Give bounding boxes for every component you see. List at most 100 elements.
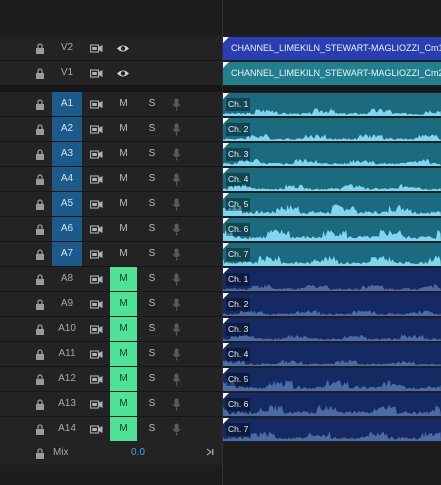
solo-button[interactable]: S [145, 317, 159, 341]
track-target-a10[interactable]: A10 [52, 317, 82, 341]
sync-lock-icon[interactable] [90, 99, 103, 110]
sync-lock-icon[interactable] [90, 249, 103, 260]
audio-clip[interactable]: Ch. 1 [223, 268, 441, 291]
track-target-a11[interactable]: A11 [52, 342, 82, 366]
solo-button[interactable]: S [145, 142, 159, 166]
audio-clip[interactable]: Ch. 4 [223, 168, 441, 191]
mute-button[interactable]: M [110, 92, 137, 116]
microphone-icon[interactable] [172, 298, 181, 311]
mute-button[interactable]: M [110, 367, 137, 391]
solo-button[interactable]: S [145, 367, 159, 391]
track-target-a6[interactable]: A6 [52, 217, 82, 241]
track-target-a2[interactable]: A2 [52, 117, 82, 141]
sync-lock-icon[interactable] [90, 43, 103, 54]
sync-lock-icon[interactable] [90, 299, 103, 310]
sync-lock-icon[interactable] [90, 324, 103, 335]
audio-clip[interactable]: Ch. 7 [223, 418, 441, 441]
mute-button[interactable]: M [110, 142, 137, 166]
solo-button[interactable]: S [145, 342, 159, 366]
solo-button[interactable]: S [145, 192, 159, 216]
microphone-icon[interactable] [172, 98, 181, 111]
lock-icon[interactable] [35, 174, 45, 185]
audio-clip[interactable]: Ch. 2 [223, 293, 441, 316]
microphone-icon[interactable] [172, 423, 181, 436]
solo-button[interactable]: S [145, 167, 159, 191]
track-target-a7[interactable]: A7 [52, 242, 82, 266]
lock-icon[interactable] [35, 424, 45, 435]
microphone-icon[interactable] [172, 373, 181, 386]
lock-icon[interactable] [35, 43, 45, 54]
audio-clip[interactable]: Ch. 3 [223, 143, 441, 166]
mute-button[interactable]: M [110, 392, 137, 416]
header-lane-divider[interactable] [222, 0, 223, 485]
microphone-icon[interactable] [172, 223, 181, 236]
sync-lock-icon[interactable] [90, 68, 103, 79]
microphone-icon[interactable] [172, 248, 181, 261]
lock-icon[interactable] [35, 399, 45, 410]
microphone-icon[interactable] [172, 198, 181, 211]
sync-lock-icon[interactable] [90, 149, 103, 160]
solo-button[interactable]: S [145, 292, 159, 316]
audio-clip[interactable]: Ch. 6 [223, 393, 441, 416]
track-target-a13[interactable]: A13 [52, 392, 82, 416]
lock-icon[interactable] [35, 448, 45, 459]
lock-icon[interactable] [35, 199, 45, 210]
mix-volume-value[interactable]: 0.0 [131, 441, 145, 465]
mute-button[interactable]: M [110, 317, 137, 341]
mute-button[interactable]: M [110, 192, 137, 216]
audio-clip[interactable]: Ch. 5 [223, 368, 441, 391]
track-target-a12[interactable]: A12 [52, 367, 82, 391]
lock-icon[interactable] [35, 274, 45, 285]
track-target-a4[interactable]: A4 [52, 167, 82, 191]
microphone-icon[interactable] [172, 123, 181, 136]
microphone-icon[interactable] [172, 273, 181, 286]
sync-lock-icon[interactable] [90, 274, 103, 285]
lock-icon[interactable] [35, 68, 45, 79]
solo-button[interactable]: S [145, 392, 159, 416]
mute-button[interactable]: M [110, 267, 137, 291]
solo-button[interactable]: S [145, 267, 159, 291]
video-clip[interactable]: CHANNEL_LIMEKILN_STEWART-MAGLIOZZI_Cm2_ [223, 62, 441, 85]
eye-icon[interactable] [116, 43, 130, 54]
microphone-icon[interactable] [172, 323, 181, 336]
mute-button[interactable]: M [110, 242, 137, 266]
mute-button[interactable]: M [110, 117, 137, 141]
solo-button[interactable]: S [145, 242, 159, 266]
sync-lock-icon[interactable] [90, 374, 103, 385]
mute-button[interactable]: M [110, 342, 137, 366]
solo-button[interactable]: S [145, 417, 159, 441]
sync-lock-icon[interactable] [90, 349, 103, 360]
sync-lock-icon[interactable] [90, 424, 103, 435]
sync-lock-icon[interactable] [90, 399, 103, 410]
sync-lock-icon[interactable] [90, 199, 103, 210]
sync-lock-icon[interactable] [90, 174, 103, 185]
eye-icon[interactable] [116, 68, 130, 79]
microphone-icon[interactable] [172, 348, 181, 361]
track-target-a8[interactable]: A8 [52, 267, 82, 291]
audio-clip[interactable]: Ch. 2 [223, 118, 441, 141]
track-target-a1[interactable]: A1 [52, 92, 82, 116]
lock-icon[interactable] [35, 299, 45, 310]
lock-icon[interactable] [35, 224, 45, 235]
mute-button[interactable]: M [110, 417, 137, 441]
track-name[interactable]: V2 [52, 36, 82, 60]
lock-icon[interactable] [35, 374, 45, 385]
lock-icon[interactable] [35, 149, 45, 160]
lock-icon[interactable] [35, 324, 45, 335]
track-target-a9[interactable]: A9 [52, 292, 82, 316]
lock-icon[interactable] [35, 249, 45, 260]
sync-lock-icon[interactable] [90, 124, 103, 135]
audio-clip[interactable]: Ch. 6 [223, 218, 441, 241]
solo-button[interactable]: S [145, 217, 159, 241]
mute-button[interactable]: M [110, 292, 137, 316]
audio-clip[interactable]: Ch. 1 [223, 93, 441, 116]
lock-icon[interactable] [35, 99, 45, 110]
track-name[interactable]: V1 [52, 61, 82, 85]
microphone-icon[interactable] [172, 398, 181, 411]
track-target-a14[interactable]: A14 [52, 417, 82, 441]
scroll-end-icon[interactable] [206, 447, 216, 457]
audio-clip[interactable]: Ch. 4 [223, 343, 441, 366]
microphone-icon[interactable] [172, 148, 181, 161]
solo-button[interactable]: S [145, 117, 159, 141]
solo-button[interactable]: S [145, 92, 159, 116]
